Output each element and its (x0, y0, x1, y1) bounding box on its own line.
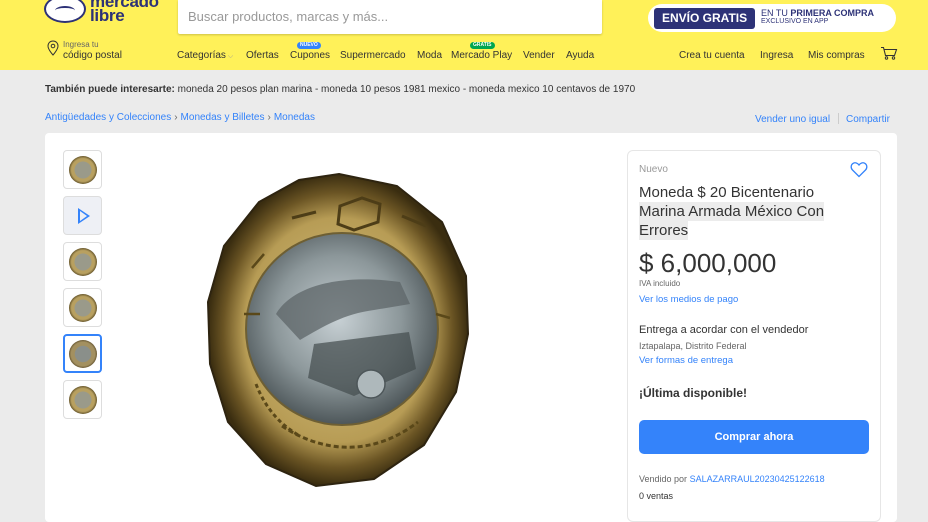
sell-same-link[interactable]: Vender uno igual (755, 114, 830, 125)
seller-sales-count: 0 ventas (639, 491, 674, 501)
gallery-thumbnail[interactable] (63, 242, 102, 281)
stock-status: ¡Última disponible! (639, 386, 747, 400)
mercado-play-free-badge: GRATIS (470, 42, 495, 49)
buy-now-button[interactable]: Comprar ahora (639, 420, 869, 454)
play-icon (78, 208, 90, 224)
product-title-line3: Errores (639, 221, 689, 240)
logo-text-line2: libre (90, 6, 125, 25)
share-link[interactable]: Compartir (846, 114, 890, 125)
location-small-label: Ingresa tu (63, 40, 99, 49)
coin-image (69, 340, 97, 368)
breadcrumb-separator: › (174, 112, 178, 123)
gallery-thumbnail-selected[interactable] (63, 334, 102, 373)
nav-ayuda[interactable]: Ayuda (566, 50, 594, 61)
nav-cupones[interactable]: Cupones (290, 50, 330, 61)
coin-image (69, 294, 97, 322)
location-big-label: código postal (63, 50, 122, 61)
product-title-line2: Marina Armada México Con (639, 202, 825, 221)
promo-line2: EXCLUSIVO EN APP (761, 18, 829, 25)
nav-mercado-play[interactable]: Mercado Play (451, 50, 512, 61)
breadcrumb-separator: › (267, 112, 271, 123)
seller-location: Iztapalapa, Distrito Federal (639, 341, 747, 351)
breadcrumb-item[interactable]: Monedas y Billetes (181, 112, 265, 123)
search-bar (178, 0, 770, 34)
nav-supermercado[interactable]: Supermercado (340, 50, 406, 61)
seller-label: Vendido por (639, 474, 688, 484)
promo-line1-pre: EN TU (761, 8, 791, 18)
actions-divider (838, 113, 839, 124)
payment-methods-link[interactable]: Ver los medios de pago (639, 294, 738, 305)
postal-code-selector[interactable]: Ingresa tu código postal (47, 39, 137, 65)
related-links[interactable]: moneda 20 pesos plan marina - moneda 10 … (178, 84, 636, 95)
handshake-icon (44, 0, 86, 23)
nav-ingresa[interactable]: Ingresa (760, 50, 793, 61)
breadcrumb-item[interactable]: Antigüedades y Colecciones (45, 112, 171, 123)
related-searches: También puede interesarte: moneda 20 pes… (45, 84, 635, 95)
nav-ofertas[interactable]: Ofertas (246, 50, 279, 61)
product-title-line1: Moneda $ 20 Bicentenario (639, 184, 815, 201)
seller-name-link[interactable]: SALAZARRAUL20230425122618 (690, 474, 825, 484)
cart-icon[interactable] (880, 46, 898, 60)
top-header: mercado libre ENVÍO GRATIS EN TU PRIMERA… (0, 0, 928, 70)
nav-crea-cuenta[interactable]: Crea tu cuenta (679, 50, 745, 61)
free-shipping-pill: ENVÍO GRATIS (654, 8, 756, 29)
product-price: $ 6,000,000 (639, 248, 777, 278)
coin-image (69, 386, 97, 414)
related-label: También puede interesarte: (45, 84, 175, 95)
mercadolibre-logo[interactable]: mercado libre (44, 0, 162, 26)
main-product-image[interactable] (204, 164, 474, 494)
iva-note: IVA incluido (639, 279, 681, 288)
heart-icon[interactable] (850, 161, 868, 178)
delivery-info: Entrega a acordar con el vendedor (639, 324, 809, 336)
coin-image (69, 248, 97, 276)
gallery-thumbnail[interactable] (63, 288, 102, 327)
condition-label: Nuevo (639, 164, 668, 175)
coin-image (69, 156, 97, 184)
nav-categorias-label: Categorías (177, 50, 226, 61)
nav-categorias[interactable]: Categorías ⌵ (177, 50, 233, 61)
nav-moda[interactable]: Moda (417, 50, 442, 61)
cupones-new-badge: NUEVO (297, 42, 321, 49)
gallery-thumbnail[interactable] (63, 150, 102, 189)
free-shipping-banner[interactable]: ENVÍO GRATIS EN TU PRIMERA COMPRA EXCLUS… (648, 4, 896, 32)
promo-line1-bold: PRIMERA COMPRA (790, 8, 875, 18)
breadcrumb-item[interactable]: Monedas (274, 112, 315, 123)
location-pin-icon (47, 40, 59, 56)
breadcrumb: Antigüedades y Colecciones › Monedas y Bil… (45, 112, 315, 123)
nav-vender[interactable]: Vender (523, 50, 555, 61)
nav-mis-compras[interactable]: Mis compras (808, 50, 865, 61)
delivery-options-link[interactable]: Ver formas de entrega (639, 355, 733, 366)
gallery-thumbnail[interactable] (63, 380, 102, 419)
seller-info: Vendido por SALAZARRAUL20230425122618 (639, 474, 825, 484)
search-input[interactable] (188, 9, 558, 24)
gallery-video-thumbnail[interactable] (63, 196, 102, 235)
chevron-down-icon: ⌵ (227, 53, 234, 60)
promo-line1: EN TU PRIMERA COMPRA (761, 8, 874, 18)
